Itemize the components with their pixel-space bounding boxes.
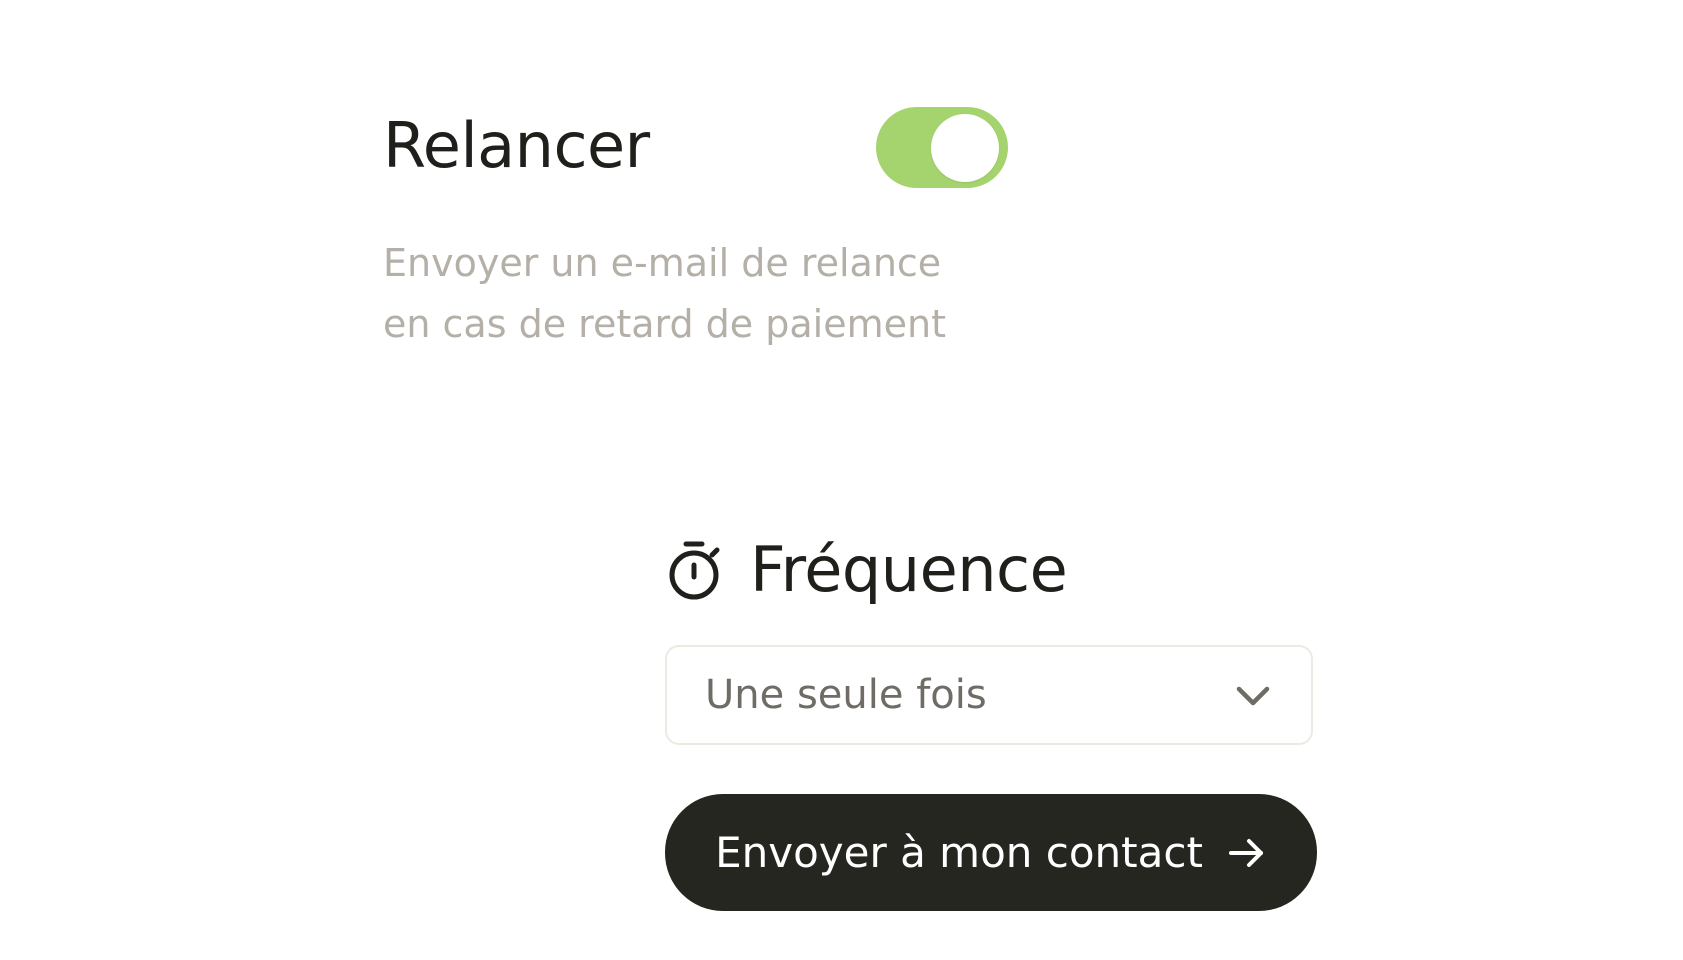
frequency-title: Fréquence [750,533,1068,606]
arrow-right-icon [1227,835,1267,871]
reminder-title: Relancer [383,109,650,182]
frequency-select[interactable]: Une seule fois [665,645,1313,745]
reminder-description: Envoyer un e-mail de relance en cas de r… [383,233,1003,355]
chevron-down-icon [1233,677,1273,713]
send-button-label: Envoyer à mon contact [715,827,1203,877]
toggle-knob [931,114,999,182]
frequency-header: Fréquence [666,528,1068,612]
timer-icon [666,539,722,601]
description-line: en cas de retard de paiement [383,302,946,346]
description-line: Envoyer un e-mail de relance [383,241,942,285]
frequency-select-value: Une seule fois [705,672,987,718]
send-to-contact-button[interactable]: Envoyer à mon contact [665,794,1317,911]
reminder-toggle[interactable] [876,107,1008,188]
